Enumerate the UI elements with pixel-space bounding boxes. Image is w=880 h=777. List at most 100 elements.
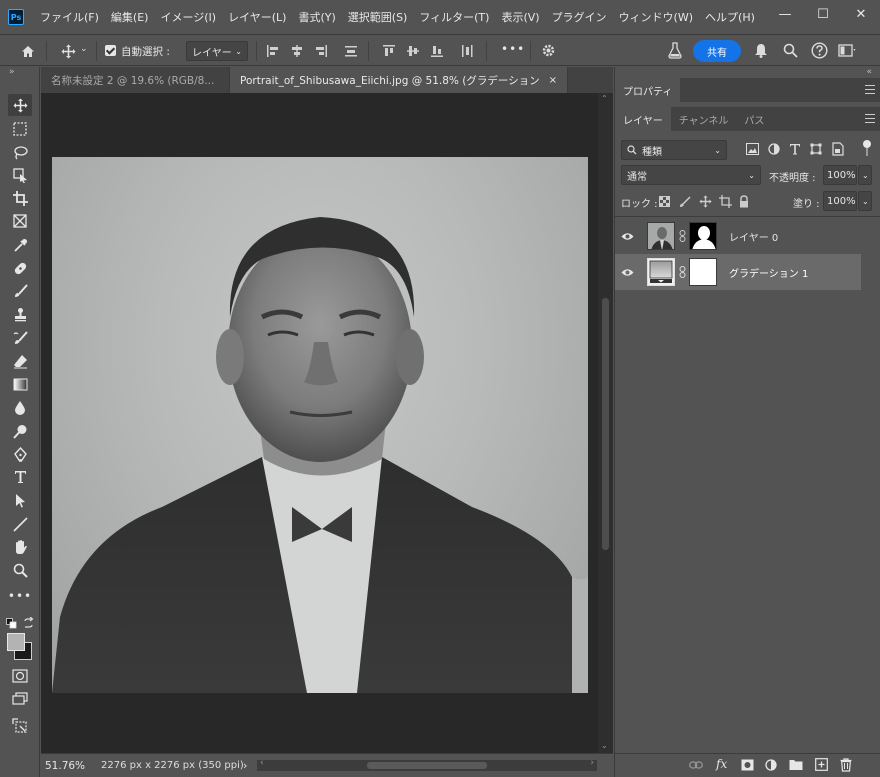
type-tool[interactable] <box>8 466 32 488</box>
chain-link-icon[interactable] <box>679 230 686 242</box>
layers-menu-icon[interactable] <box>865 114 875 123</box>
align-top-icon[interactable] <box>382 44 396 58</box>
more-options-button[interactable]: ••• <box>501 42 525 56</box>
collapse-panels-icon[interactable]: « <box>866 67 872 77</box>
filter-toggle-switch[interactable] <box>863 140 871 148</box>
minimize-button[interactable]: — <box>766 0 804 28</box>
foreground-color-swatch[interactable] <box>7 633 25 651</box>
move-tool[interactable] <box>8 94 32 116</box>
lasso-tool[interactable] <box>8 141 32 163</box>
help-icon[interactable] <box>811 42 828 59</box>
opacity-input[interactable]: 100% <box>823 165 857 185</box>
scroll-right-icon[interactable]: › <box>590 758 594 768</box>
align-right-icon[interactable] <box>314 44 328 58</box>
layer-mask-thumbnail[interactable] <box>689 222 717 250</box>
marquee-tool[interactable] <box>8 118 32 140</box>
zoom-level[interactable]: 51.76% <box>45 760 85 772</box>
lock-pixels-icon[interactable] <box>679 196 691 208</box>
object-select-tool[interactable] <box>8 164 32 186</box>
scrollbar-thumb[interactable] <box>602 298 609 550</box>
lock-all-icon[interactable] <box>739 195 749 208</box>
edit-toolbar-icon[interactable]: ••• <box>8 585 32 607</box>
blend-mode-dropdown[interactable]: 通常 ⌄ <box>621 165 761 185</box>
distribute-icon[interactable] <box>344 44 358 58</box>
layer-filter-dropdown[interactable]: 種類 ⌄ <box>621 140 727 160</box>
healing-brush-tool[interactable] <box>8 257 32 279</box>
menu-view[interactable]: 表示(V) <box>495 9 545 25</box>
menu-help[interactable]: ヘルプ(H) <box>699 9 761 25</box>
menu-type[interactable]: 書式(Y) <box>292 9 341 25</box>
trash-icon[interactable] <box>840 758 852 772</box>
tab-layers[interactable]: レイヤー <box>615 107 671 131</box>
visibility-eye-icon[interactable] <box>615 268 639 277</box>
close-window-button[interactable]: ✕ <box>842 0 880 28</box>
align-center-icon[interactable] <box>290 44 304 58</box>
document-canvas[interactable] <box>52 157 588 693</box>
dodge-tool[interactable] <box>8 420 32 442</box>
default-colors-icon[interactable] <box>6 618 17 629</box>
close-tab-icon[interactable]: × <box>549 75 557 86</box>
distribute-vertical-icon[interactable] <box>460 44 474 58</box>
artboard-icon[interactable] <box>8 715 32 737</box>
filter-shape-icon[interactable] <box>810 143 822 155</box>
line-tool[interactable] <box>8 513 32 535</box>
home-icon[interactable] <box>18 41 38 61</box>
align-middle-icon[interactable] <box>406 44 420 58</box>
flask-icon[interactable] <box>667 42 683 59</box>
auto-select-checkbox[interactable] <box>105 45 116 56</box>
new-layer-icon[interactable] <box>815 758 828 771</box>
filter-pixel-icon[interactable] <box>746 143 759 155</box>
menu-select[interactable]: 選択範囲(S) <box>342 9 414 25</box>
tab-paths[interactable]: パス <box>736 107 772 131</box>
blur-tool[interactable] <box>8 396 32 418</box>
bell-icon[interactable] <box>754 43 768 58</box>
frame-tool[interactable] <box>8 210 32 232</box>
tab-channels[interactable]: チャンネル <box>671 107 737 131</box>
menu-plugins[interactable]: プラグイン <box>546 9 613 25</box>
horizontal-scrollbar[interactable]: ‹ › <box>257 758 597 771</box>
align-bottom-icon[interactable] <box>430 44 444 58</box>
swap-colors-icon[interactable] <box>23 617 35 629</box>
search-icon[interactable] <box>783 43 798 58</box>
pen-tool[interactable] <box>8 443 32 465</box>
workspace-icon[interactable] <box>838 44 856 57</box>
layer-row-gradient-1[interactable]: グラデーション 1 <box>615 254 861 290</box>
status-arrow-icon[interactable]: › <box>243 759 247 772</box>
layer-mask-thumbnail[interactable] <box>689 258 717 286</box>
gradient-tool[interactable] <box>8 373 32 395</box>
chevron-down-icon[interactable]: ⌄ <box>80 44 88 54</box>
eraser-tool[interactable] <box>8 350 32 372</box>
tab-untitled-2[interactable]: 名称未設定 2 @ 19.6% (RGB/8... <box>41 67 230 93</box>
history-brush-tool[interactable] <box>8 327 32 349</box>
tab-portrait-active[interactable]: Portrait_of_Shibusawa_Eiichi.jpg @ 51.8%… <box>230 67 568 93</box>
fill-input[interactable]: 100% <box>823 191 857 211</box>
layer-name[interactable]: グラデーション 1 <box>729 265 808 280</box>
collapse-toolbar-icon[interactable]: » <box>9 67 15 77</box>
crop-tool[interactable] <box>8 187 32 209</box>
scroll-down-icon[interactable]: ⌄ <box>601 741 608 750</box>
layer-row-layer-0[interactable]: レイヤー 0 <box>615 218 861 254</box>
screen-mode-icon[interactable] <box>8 688 32 710</box>
document-info[interactable]: 2276 px x 2276 px (350 ppi) <box>101 760 244 771</box>
hand-tool[interactable] <box>8 536 32 558</box>
horizontal-scrollbar-thumb[interactable] <box>367 762 487 769</box>
layer-name[interactable]: レイヤー 0 <box>729 229 778 244</box>
lock-artboard-icon[interactable] <box>719 195 732 208</box>
menu-window[interactable]: ウィンドウ(W) <box>613 9 699 25</box>
mask-icon[interactable] <box>741 759 754 771</box>
filter-smart-object-icon[interactable] <box>832 142 844 156</box>
lock-transparent-icon[interactable] <box>659 196 670 207</box>
brush-tool[interactable] <box>8 280 32 302</box>
scroll-left-icon[interactable]: ‹ <box>260 758 264 768</box>
filter-adjustment-icon[interactable] <box>768 143 780 155</box>
stamp-tool[interactable] <box>8 303 32 325</box>
chain-link-icon[interactable] <box>679 266 686 278</box>
share-button[interactable]: 共有 <box>693 40 741 62</box>
link-icon[interactable] <box>689 760 703 770</box>
zoom-tool[interactable] <box>8 559 32 581</box>
eyedropper-tool[interactable] <box>8 234 32 256</box>
menu-layer[interactable]: レイヤー(L) <box>222 9 292 25</box>
lock-position-icon[interactable] <box>699 195 712 208</box>
folder-icon[interactable] <box>789 759 803 771</box>
gear-icon[interactable] <box>541 43 556 58</box>
